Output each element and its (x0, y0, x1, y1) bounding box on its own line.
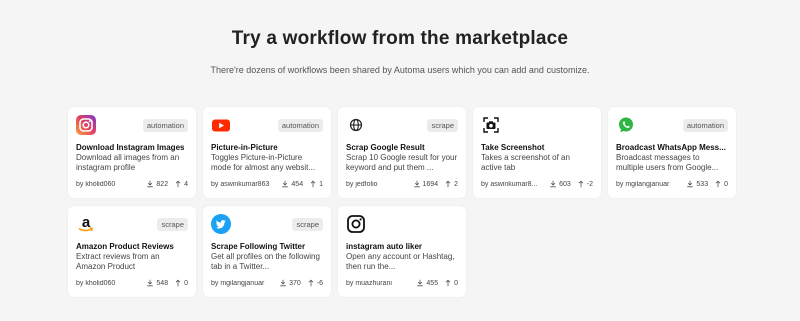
download-icon (280, 279, 286, 287)
screenshot-icon (481, 115, 501, 135)
workflow-name: instagram auto liker (346, 242, 423, 251)
arrow-up-icon (310, 180, 316, 188)
upvote-count-value: 2 (454, 180, 458, 188)
workflow-author: by kholid060 (76, 279, 116, 287)
download-icon (147, 180, 154, 188)
workflow-name: Broadcast WhatsApp Mess... (616, 143, 726, 152)
upvote-count-value: 0 (184, 279, 188, 287)
arrow-up-icon (445, 180, 451, 188)
page-title: Try a workflow from the marketplace (231, 28, 569, 49)
download-icon (413, 180, 420, 188)
download-count-value: 454 (291, 180, 304, 188)
youtube-icon (211, 115, 231, 135)
upvote-count[interactable]: 4 (174, 180, 188, 188)
download-icon (687, 180, 694, 188)
workflow-description: Open any account or Hashtag, then run th… (346, 252, 455, 271)
arrow-up-icon (715, 180, 721, 188)
workflow-card[interactable]: scrape Scrap Google Result Scrap 10 Goog… (338, 107, 466, 198)
svg-text:a: a (82, 214, 91, 231)
globe-icon (346, 115, 366, 135)
workflow-description: Get all profiles on the following tab in… (211, 252, 320, 271)
download-icon (417, 279, 424, 287)
download-count: 370 (279, 279, 301, 287)
workflow-description: Broadcast messages to multiple users fro… (616, 153, 719, 172)
download-icon (147, 279, 154, 287)
workflow-card[interactable]: Take Screenshot Takes a screenshot of an… (473, 107, 601, 198)
upvote-count-value: 0 (454, 279, 458, 287)
upvote-count[interactable]: 0 (714, 180, 728, 188)
arrow-up-icon (175, 279, 181, 287)
twitter-icon (211, 214, 231, 234)
workflow-card[interactable]: automation Broadcast WhatsApp Mess... Br… (608, 107, 736, 198)
download-count: 455 (416, 279, 438, 287)
download-count: 454 (281, 180, 303, 188)
instagram-outline-icon (346, 214, 366, 234)
workflow-author: by kholid060 (76, 180, 116, 188)
workflow-card[interactable]: instagram auto liker Open any account or… (338, 206, 466, 297)
download-icon (282, 180, 289, 188)
download-count: 603 (549, 180, 571, 188)
workflow-author: by muazhurani (346, 279, 392, 287)
amazon-icon: a (76, 214, 96, 234)
workflow-name: Picture-in-Picture (211, 143, 278, 152)
download-icon (550, 180, 556, 188)
workflow-description: Download all images from an instagram pr… (76, 153, 180, 172)
upvote-count[interactable]: 0 (174, 279, 188, 287)
workflow-description: Extract reviews from an Amazon Product (76, 252, 160, 271)
workflow-name: Scrap Google Result (346, 143, 425, 152)
arrow-up-icon (445, 279, 451, 287)
download-count: 533 (686, 180, 708, 188)
category-badge: scrape (427, 119, 458, 132)
workflow-card[interactable]: automation Download Instagram Images Dow… (68, 107, 196, 198)
download-count-value: 1694 (422, 180, 439, 188)
download-count: 822 (146, 180, 168, 188)
category-badge: automation (277, 119, 323, 132)
upvote-count[interactable]: 1 (309, 180, 323, 188)
upvote-count[interactable]: -6 (307, 279, 323, 287)
upvote-count-value: 0 (724, 180, 728, 188)
upvote-count-value: 1 (319, 180, 323, 188)
category-badge: automation (142, 119, 188, 132)
upvote-count[interactable]: 2 (444, 180, 458, 188)
download-count-value: 455 (426, 279, 439, 287)
workflow-author: by mgilangjanuar (616, 180, 670, 188)
arrow-up-icon (578, 180, 584, 188)
workflow-description: Toggles Picture-in-Picture mode for almo… (211, 153, 316, 172)
download-count: 548 (146, 279, 168, 287)
workflow-name: Amazon Product Reviews (76, 242, 174, 251)
instagram-icon (76, 115, 96, 135)
category-badge: scrape (157, 218, 188, 231)
arrow-up-icon (308, 279, 314, 287)
workflow-description: Scrap 10 Google result for your keyword … (346, 153, 458, 172)
upvote-count[interactable]: 0 (444, 279, 458, 287)
upvote-count-value: -2 (586, 180, 593, 188)
download-count-value: 603 (559, 180, 571, 188)
download-count-value: 822 (156, 180, 169, 188)
workflow-author: by aswinkumar8... (481, 180, 538, 188)
workflow-card[interactable]: a scrape Amazon Product Reviews Extract … (68, 206, 196, 297)
workflow-card[interactable]: scrape Scrape Following Twitter Get all … (203, 206, 331, 297)
upvote-count[interactable]: -2 (577, 180, 593, 188)
arrow-up-icon (175, 180, 181, 188)
page-subtitle: There're dozens of workflows been shared… (210, 65, 590, 75)
workflow-card[interactable]: automation Picture-in-Picture Toggles Pi… (203, 107, 331, 198)
download-count-value: 533 (696, 180, 709, 188)
workflow-author: by aswinkumar863 (211, 180, 270, 188)
workflow-name: Scrape Following Twitter (211, 242, 306, 251)
download-count-value: 370 (289, 279, 301, 287)
workflow-name: Take Screenshot (481, 143, 545, 152)
workflow-author: by mgilangjanuar (211, 279, 265, 287)
upvote-count-value: -6 (316, 279, 323, 287)
category-badge: automation (682, 119, 728, 132)
category-badge: scrape (292, 218, 323, 231)
workflow-author: by jedfolio (346, 180, 378, 188)
upvote-count-value: 4 (184, 180, 188, 188)
workflow-description: Takes a screenshot of an active tab (481, 153, 570, 172)
download-count-value: 548 (156, 279, 169, 287)
download-count: 1694 (413, 180, 439, 188)
workflow-name: Download Instagram Images (76, 143, 185, 152)
whatsapp-icon (616, 115, 636, 135)
